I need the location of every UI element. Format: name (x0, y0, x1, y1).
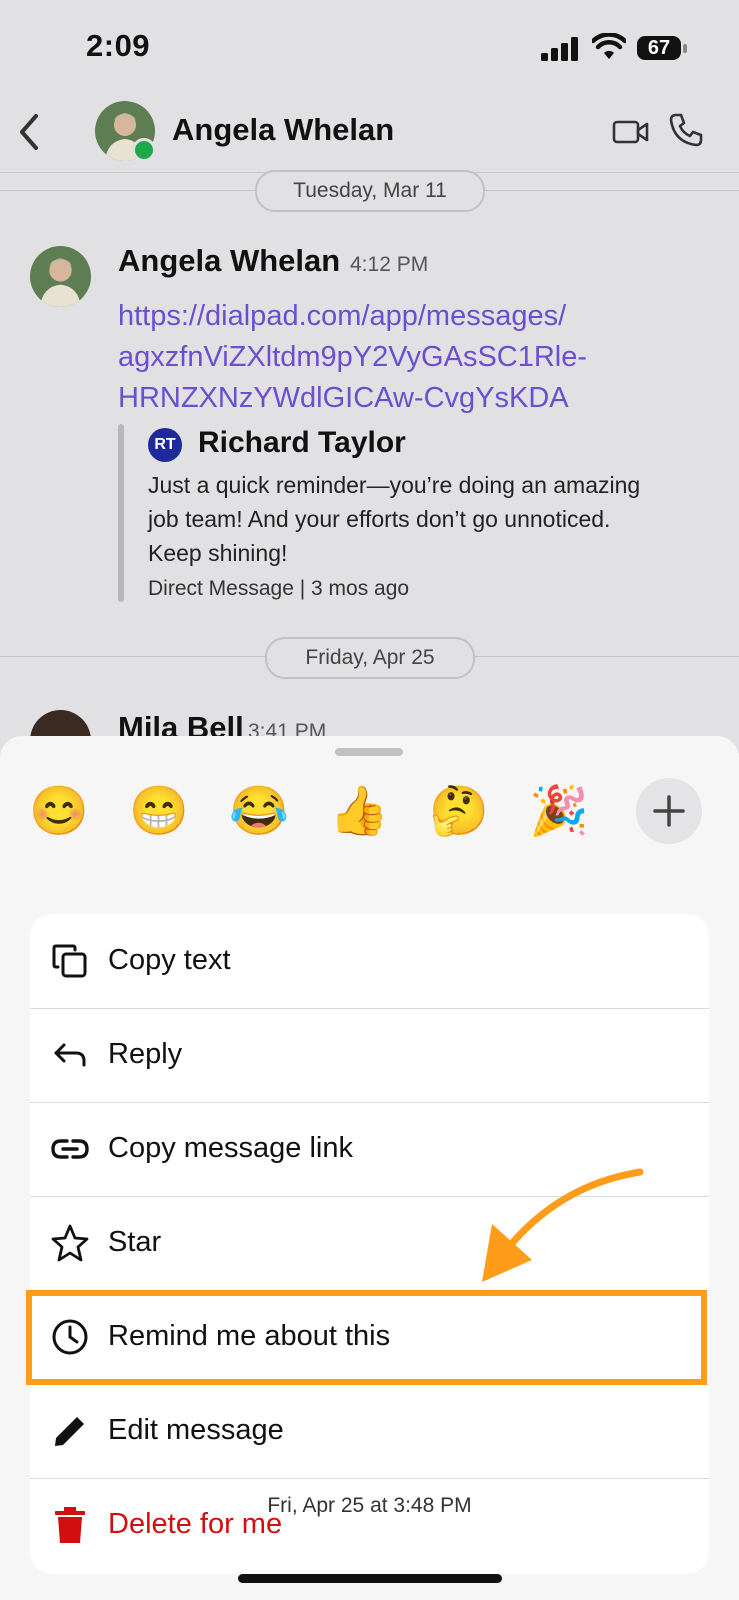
pencil-icon (55, 1417, 84, 1446)
reaction-smile[interactable]: 😊 (27, 780, 91, 844)
sheet-grabber[interactable] (335, 748, 403, 756)
quote-line: Just a quick reminder—you’re doing an am… (148, 472, 641, 498)
menu-label: Star (108, 1226, 162, 1258)
quote-bar (118, 424, 124, 602)
menu-label: Copy text (108, 944, 231, 976)
status-time: 2:09 (86, 28, 151, 63)
contact-name[interactable]: Angela Whelan (172, 112, 394, 148)
copy-icon (52, 944, 87, 978)
highlight-box (26, 1290, 707, 1385)
quote-line: Keep shining! (148, 540, 288, 566)
reaction-thinking[interactable]: 🤔 (427, 780, 491, 844)
link-line[interactable]: HRNZXNzYWdlGICAw-CvgYsKDA (118, 378, 658, 419)
home-indicator[interactable] (238, 1574, 502, 1583)
sender-avatar[interactable] (30, 246, 91, 307)
back-icon[interactable] (14, 112, 44, 152)
reaction-joy[interactable]: 😂 (227, 780, 291, 844)
reaction-grin[interactable]: 😁 (127, 780, 191, 844)
annotation-arrow (482, 1168, 644, 1282)
date-label: Tuesday, Mar 11 (255, 170, 485, 212)
wifi-icon (592, 33, 626, 59)
quote-author-avatar: RT (148, 428, 182, 462)
message-timestamp: Fri, Apr 25 at 3:48 PM (267, 1494, 472, 1517)
add-reaction-button[interactable] (636, 778, 702, 844)
link-line[interactable]: agxzfnViZXltdm9pY2VyGAsSC1Rle- (118, 337, 658, 378)
status-bar: 2:09 67 (0, 0, 739, 92)
link-line[interactable]: https://dialpad.com/app/messages/ (118, 296, 658, 337)
reaction-party[interactable]: 🎉 (527, 780, 591, 844)
link-icon (51, 1139, 89, 1159)
date-label: Friday, Apr 25 (265, 637, 475, 679)
menu-item-edit[interactable]: Edit message (30, 1384, 709, 1479)
reaction-thumbs-up[interactable]: 👍 (327, 780, 391, 844)
menu-item-delete[interactable]: Delete for me (30, 1478, 709, 1572)
quote-text[interactable]: Just a quick reminder—you’re doing an am… (148, 468, 708, 570)
phone-call-icon[interactable] (668, 112, 704, 148)
signal-icon (541, 37, 578, 61)
menu-label: Copy message link (108, 1132, 353, 1164)
menu-item-reply[interactable]: Reply (30, 1008, 709, 1103)
video-call-icon[interactable] (612, 116, 650, 148)
battery-level: 67 (647, 37, 671, 59)
message-sender: Angela Whelan (118, 243, 341, 278)
message-time: 4:12 PM (350, 253, 429, 276)
menu-label: Reply (108, 1038, 183, 1070)
quote-line: job team! And your efforts don’t go unno… (148, 506, 611, 532)
menu-label: Edit message (108, 1414, 284, 1446)
star-icon (51, 1224, 89, 1262)
battery-icon: 67 (637, 36, 689, 62)
menu-item-copy-text[interactable]: Copy text (30, 914, 709, 1009)
quote-author: Richard Taylor (198, 426, 406, 459)
plus-icon (653, 795, 685, 827)
conversation-header: Angela Whelan (0, 92, 739, 173)
message-link[interactable]: https://dialpad.com/app/messages/ agxzfn… (118, 296, 658, 419)
reply-icon (54, 1043, 86, 1067)
quote-meta: Direct Message | 3 mos ago (148, 577, 410, 600)
online-status-dot (132, 138, 156, 162)
